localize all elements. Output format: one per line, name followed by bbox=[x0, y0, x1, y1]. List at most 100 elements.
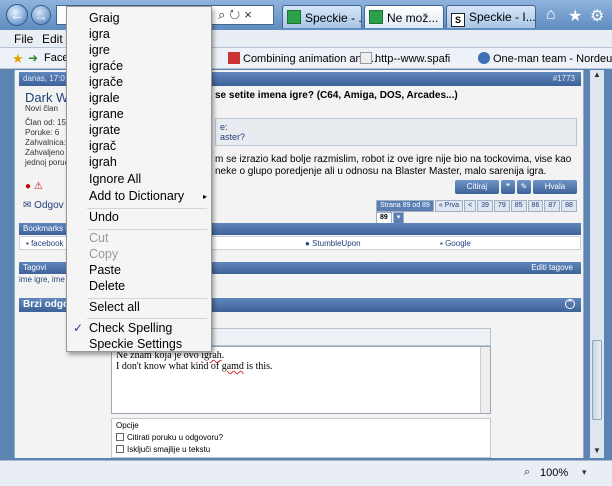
page-link[interactable]: < bbox=[464, 200, 477, 212]
site-icon bbox=[478, 52, 490, 64]
select-all-item[interactable]: Select all bbox=[89, 299, 140, 315]
page-first[interactable]: « Prva bbox=[434, 200, 464, 212]
suggestion-item[interactable]: igrale bbox=[89, 90, 120, 106]
page-scrollbar[interactable]: ▲ ▼ bbox=[590, 70, 604, 458]
delete-item[interactable]: Delete bbox=[89, 278, 125, 294]
checkbox-icon[interactable] bbox=[116, 433, 124, 441]
edit-button[interactable]: ✎ bbox=[517, 180, 531, 194]
undo-item[interactable]: Undo bbox=[89, 209, 119, 225]
tab-speckie-1[interactable]: Speckie - ... bbox=[282, 5, 362, 28]
check-spelling-item[interactable]: Check Spelling bbox=[89, 320, 172, 336]
editor-scrollbar[interactable] bbox=[480, 347, 490, 413]
bookmark-stumbleupon[interactable]: ● StumbleUpon bbox=[305, 239, 361, 248]
facebook-icon: ▪ bbox=[26, 239, 29, 248]
add-favorite-icon[interactable]: ➜ bbox=[28, 51, 38, 65]
search-icon[interactable]: ⌕ bbox=[218, 7, 229, 22]
offline-icon: ● bbox=[25, 181, 32, 192]
page-link[interactable]: 86 bbox=[527, 200, 544, 212]
reply-textarea[interactable]: Ne znam koja je ovo igrah. I don't know … bbox=[111, 346, 491, 414]
suggestion-item[interactable]: igrače bbox=[89, 74, 123, 90]
forward-button[interactable]: → bbox=[31, 5, 51, 25]
pagination: Strana 89 od 89 « Prva <39 79 85 86 87 8889 ▾ bbox=[375, 200, 583, 224]
close-icon[interactable]: × bbox=[244, 7, 256, 22]
page-link[interactable]: 85 bbox=[510, 200, 527, 212]
menu-edit[interactable]: Edit bbox=[42, 32, 63, 46]
page-link[interactable]: 88 bbox=[561, 200, 577, 212]
favorite-link-spafi[interactable]: http--www.spafi bbox=[360, 52, 450, 65]
back-button[interactable]: ← bbox=[6, 4, 28, 26]
post-number[interactable]: #1773 bbox=[553, 74, 575, 83]
home-icon[interactable]: ⌂ bbox=[546, 6, 556, 24]
scroll-down-icon[interactable]: ▼ bbox=[590, 446, 604, 458]
page-link[interactable]: 87 bbox=[544, 200, 561, 212]
speckie-favicon-icon bbox=[369, 10, 383, 24]
scroll-up-icon[interactable]: ▲ bbox=[590, 70, 604, 82]
favorite-link-nordeus[interactable]: One-man team - Nordeus ... bbox=[478, 52, 612, 65]
page-link[interactable]: 79 bbox=[493, 200, 510, 212]
tab-ne-moz[interactable]: Ne mož...✕ bbox=[364, 5, 444, 28]
google-icon: ▪ bbox=[440, 239, 443, 248]
quote-box: e: aster? bbox=[215, 118, 577, 146]
tab-label: Speckie - I... bbox=[469, 10, 536, 24]
misspelled-word[interactable]: gamd bbox=[222, 361, 244, 372]
zoom-icon[interactable]: ⌕ bbox=[524, 466, 530, 479]
checkbox-icon[interactable] bbox=[116, 445, 124, 453]
option-quote[interactable]: Citirati poruku u odgovoru? bbox=[116, 433, 486, 442]
checkmark-icon: ✓ bbox=[73, 321, 84, 335]
post-date: danas, 17:0 bbox=[23, 74, 65, 83]
option-smilies[interactable]: Isključi smajlije u tekstu bbox=[116, 445, 486, 454]
submenu-arrow-icon: ▸ bbox=[203, 192, 208, 201]
suggestion-item[interactable]: igra bbox=[89, 26, 110, 42]
forward-arrow-icon: → bbox=[34, 8, 48, 24]
address-bar-controls: ⌕↻× bbox=[218, 7, 256, 23]
page-count-label: Strana 89 od 89 bbox=[376, 200, 434, 212]
quote-button[interactable]: Citiraj bbox=[455, 180, 499, 194]
thanks-button[interactable]: Hvala bbox=[533, 180, 577, 194]
speckie-favicon-icon bbox=[287, 10, 301, 24]
site-icon bbox=[228, 52, 240, 64]
multi-quote-button[interactable]: ❝ bbox=[501, 180, 515, 194]
zoom-level[interactable]: 100% bbox=[540, 467, 568, 479]
menu-file[interactable]: File bbox=[14, 32, 33, 46]
tags-list[interactable]: ime igre, ime bbox=[19, 275, 65, 284]
multiquote-icon: ❝ bbox=[505, 182, 511, 191]
bookmark-google[interactable]: ▪ Google bbox=[440, 239, 471, 248]
favorites-star-icon[interactable]: ★ bbox=[12, 51, 24, 67]
suggestion-item[interactable]: Graig bbox=[89, 10, 120, 26]
suggestion-item[interactable]: igraće bbox=[89, 58, 123, 74]
ignore-all-item[interactable]: Ignore All bbox=[89, 171, 141, 187]
s-favicon-icon: S bbox=[451, 13, 465, 27]
post-status-icons: ● ⚠ bbox=[25, 181, 43, 192]
cut-item: Cut bbox=[89, 231, 109, 245]
suggestion-item[interactable]: igre bbox=[89, 42, 110, 58]
collapse-icon[interactable]: ⌃ bbox=[565, 299, 575, 309]
suggestion-item[interactable]: igrane bbox=[89, 106, 124, 122]
page-icon bbox=[360, 52, 372, 64]
copy-item: Copy bbox=[89, 247, 119, 261]
speckie-settings-item[interactable]: Speckie Settings bbox=[89, 336, 182, 352]
scroll-thumb[interactable] bbox=[592, 340, 602, 420]
chevron-down-icon[interactable]: ▾ bbox=[582, 467, 587, 478]
suggestion-item[interactable]: igrač bbox=[89, 138, 116, 154]
status-bar: ⌕ 100% ▾ bbox=[0, 460, 612, 486]
favorite-link-face[interactable]: Face bbox=[44, 52, 68, 64]
page-link[interactable]: 39 bbox=[477, 200, 493, 212]
refresh-icon[interactable]: ↻ bbox=[229, 7, 244, 22]
warning-icon[interactable]: ⚠ bbox=[34, 181, 43, 192]
favorites-star-icon[interactable]: ★ bbox=[568, 6, 582, 26]
paste-item[interactable]: Paste bbox=[89, 262, 121, 278]
tab-speckie-2[interactable]: S Speckie - I... bbox=[446, 5, 536, 28]
edit-tags-link[interactable]: Editi tagove bbox=[531, 263, 573, 272]
menu-separator bbox=[87, 318, 207, 319]
tab-close-icon[interactable]: ✕ bbox=[442, 14, 443, 25]
options-title: Opcije bbox=[116, 421, 139, 430]
gear-icon[interactable]: ⚙ bbox=[590, 6, 604, 26]
back-arrow-icon: ← bbox=[10, 7, 24, 23]
options-box: Opcije Citirati poruku u odgovoru? Isklj… bbox=[111, 418, 491, 458]
bookmark-facebook[interactable]: ▪ facebook bbox=[26, 239, 64, 248]
add-to-dictionary-item[interactable]: Add to Dictionary bbox=[89, 188, 184, 204]
reply-link[interactable]: ✉ Odgov bbox=[23, 200, 64, 211]
suggestion-item[interactable]: igrah bbox=[89, 154, 117, 170]
suggestion-item[interactable]: igrate bbox=[89, 122, 120, 138]
favorite-link-combining[interactable]: Combining animation and... bbox=[228, 52, 377, 65]
